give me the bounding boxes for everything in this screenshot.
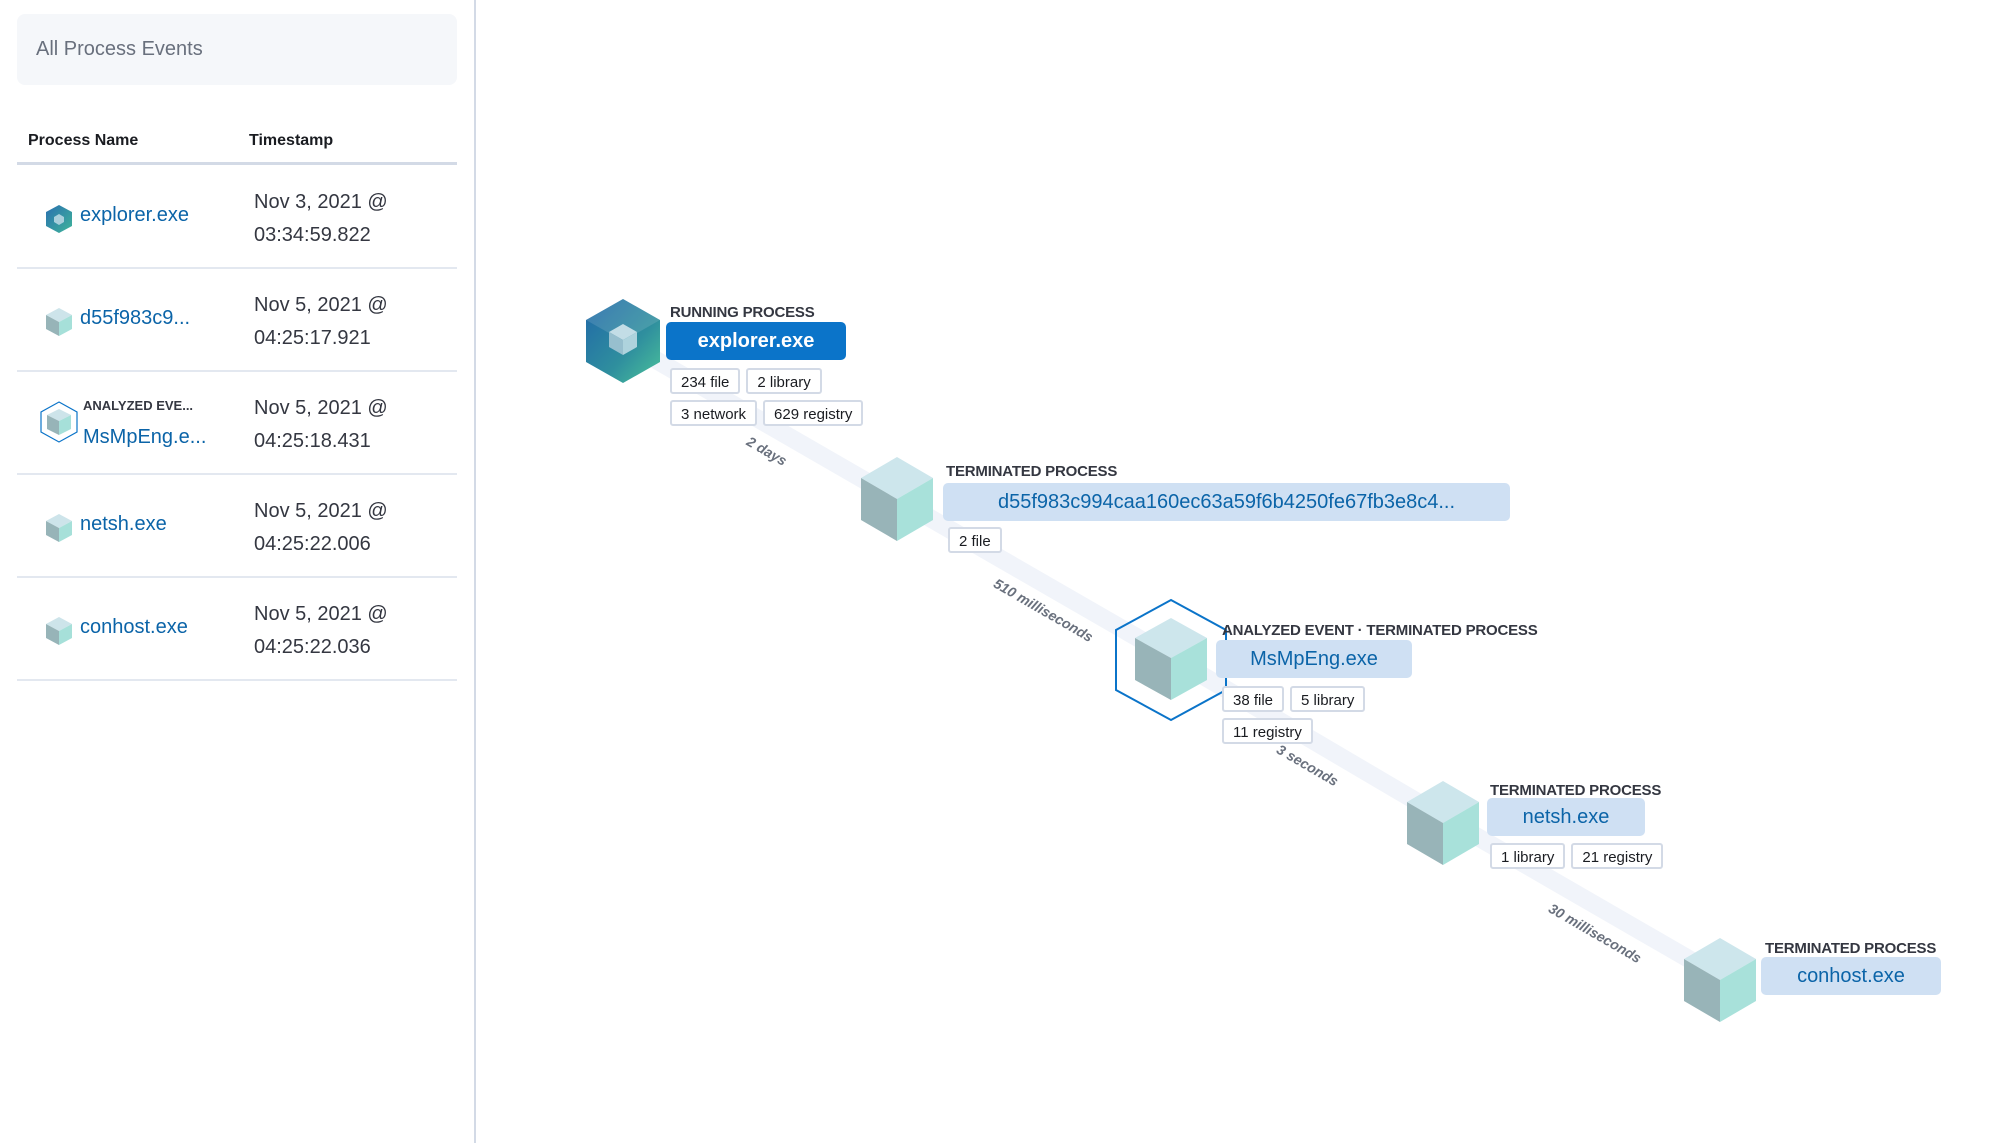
terminated-process-cube-icon	[46, 617, 72, 645]
node-event-chips: 234 file 2 library 3 network 629 registr…	[670, 368, 900, 426]
event-chip-registry[interactable]: 11 registry	[1222, 718, 1313, 744]
timestamp: Nov 5, 2021 @ 04:25:22.036	[254, 598, 388, 664]
terminated-process-cube-icon[interactable]	[1406, 780, 1480, 866]
node-state-title: ANALYZED EVENT · TERMINATED PROCESS	[1222, 622, 1538, 639]
table-row: d55f983c9... Nov 5, 2021 @ 04:25:17.921	[17, 269, 457, 372]
timestamp-date: Nov 3, 2021 @	[254, 191, 388, 213]
process-tree-graph[interactable]: 2 days 510 milliseconds 3 seconds 30 mil…	[478, 0, 1999, 1143]
table-header: Process Name Timestamp	[17, 120, 457, 165]
terminated-process-cube-icon	[46, 308, 72, 336]
process-list-panel: All Process Events Process Name Timestam…	[0, 0, 476, 1143]
timestamp-date: Nov 5, 2021 @	[254, 397, 388, 419]
table-row: conhost.exe Nov 5, 2021 @ 04:25:22.036	[17, 578, 457, 681]
column-header-timestamp[interactable]: Timestamp	[249, 132, 333, 150]
event-chip-network[interactable]: 3 network	[670, 400, 758, 426]
timestamp: Nov 5, 2021 @ 04:25:17.921	[254, 289, 388, 355]
edge-line	[1434, 808, 1729, 986]
terminated-process-cube-icon[interactable]	[860, 456, 934, 542]
timestamp-time: 03:34:59.822	[254, 224, 371, 246]
node-state-title: RUNNING PROCESS	[670, 304, 815, 321]
event-chip-library[interactable]: 1 library	[1490, 843, 1566, 869]
event-chip-file[interactable]: 234 file	[670, 368, 741, 394]
table-row: explorer.exe Nov 3, 2021 @ 03:34:59.822	[17, 166, 457, 269]
node-label-button[interactable]: d55f983c994caa160ec63a59f6b4250fe67fb3e8…	[943, 483, 1510, 521]
timestamp-date: Nov 5, 2021 @	[254, 603, 388, 625]
event-chip-registry[interactable]: 21 registry	[1571, 843, 1664, 869]
table-row: ANALYZED EVE... MsMpEng.e... Nov 5, 2021…	[17, 372, 457, 475]
event-chip-file[interactable]: 2 file	[948, 527, 1002, 553]
process-link[interactable]: MsMpEng.e...	[83, 426, 206, 449]
node-event-chips: 1 library 21 registry	[1490, 843, 1710, 869]
table-row: netsh.exe Nov 5, 2021 @ 04:25:22.006	[17, 475, 457, 578]
process-table-body: explorer.exe Nov 3, 2021 @ 03:34:59.822 …	[17, 166, 457, 681]
timestamp-date: Nov 5, 2021 @	[254, 294, 388, 316]
node-label-button[interactable]: MsMpEng.exe	[1216, 640, 1412, 678]
timestamp: Nov 5, 2021 @ 04:25:22.006	[254, 495, 388, 561]
node-label-button[interactable]: conhost.exe	[1761, 957, 1941, 995]
event-chip-library[interactable]: 2 library	[746, 368, 822, 394]
timestamp: Nov 5, 2021 @ 04:25:18.431	[254, 392, 388, 458]
process-link[interactable]: explorer.exe	[80, 204, 189, 227]
node-event-chips: 38 file 5 library 11 registry	[1222, 686, 1392, 744]
timestamp-time: 04:25:22.036	[254, 636, 371, 658]
timestamp-time: 04:25:22.006	[254, 533, 371, 555]
timestamp-time: 04:25:18.431	[254, 430, 371, 452]
node-label-button[interactable]: explorer.exe	[666, 322, 846, 360]
node-state-title: TERMINATED PROCESS	[1490, 782, 1662, 799]
terminated-process-cube-icon	[46, 514, 72, 542]
terminated-process-cube-icon[interactable]	[1683, 937, 1757, 1023]
panel-title: All Process Events	[17, 14, 457, 85]
process-link[interactable]: d55f983c9...	[80, 307, 190, 330]
analyzed-event-cube-icon	[40, 401, 78, 443]
analyzed-event-tag: ANALYZED EVE...	[83, 398, 194, 413]
analyzed-event-cube-icon[interactable]	[1114, 598, 1228, 722]
node-state-title: TERMINATED PROCESS	[1765, 940, 1937, 957]
event-chip-library[interactable]: 5 library	[1290, 686, 1366, 712]
running-process-cube-icon[interactable]	[585, 298, 661, 384]
process-link[interactable]: conhost.exe	[80, 616, 188, 639]
event-chip-file[interactable]: 38 file	[1222, 686, 1285, 712]
node-label-button[interactable]: netsh.exe	[1487, 798, 1645, 836]
node-event-chips: 2 file	[948, 527, 1248, 553]
event-chip-registry[interactable]: 629 registry	[763, 400, 864, 426]
process-link[interactable]: netsh.exe	[80, 513, 167, 536]
running-process-cube-icon	[46, 205, 72, 233]
timestamp-date: Nov 5, 2021 @	[254, 500, 388, 522]
node-state-title: TERMINATED PROCESS	[946, 463, 1118, 480]
timestamp-time: 04:25:17.921	[254, 327, 371, 349]
column-header-process-name[interactable]: Process Name	[28, 132, 138, 150]
timestamp: Nov 3, 2021 @ 03:34:59.822	[254, 186, 388, 252]
